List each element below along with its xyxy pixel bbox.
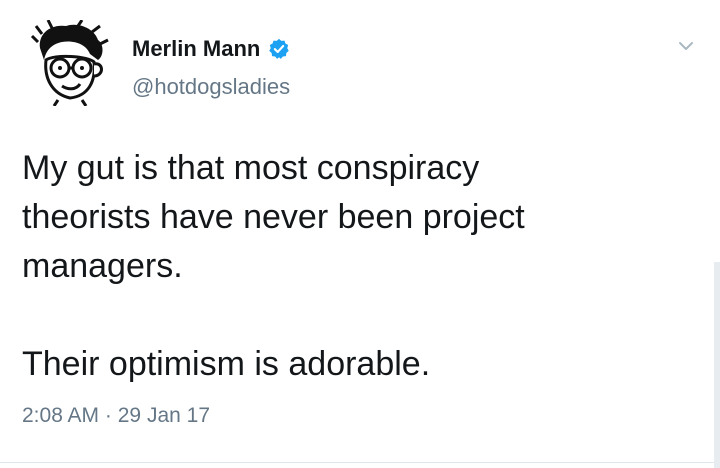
tweet-line: My gut is that most conspiracy: [22, 149, 480, 187]
tweet-card: Merlin Mann @hotdogsladies My gut is tha…: [0, 0, 720, 468]
tweet-date: 29 Jan 17: [117, 404, 210, 427]
divider: [0, 462, 720, 463]
display-name[interactable]: Merlin Mann: [132, 36, 260, 62]
chevron-down-icon[interactable]: [676, 36, 696, 56]
avatar[interactable]: [30, 20, 110, 106]
name-row: Merlin Mann: [132, 36, 290, 62]
user-handle[interactable]: @hotdogsladies: [132, 74, 290, 100]
tweet-text: My gut is that most conspiracy theorists…: [22, 144, 702, 389]
tweet-line: Their optimism is adorable.: [22, 345, 431, 383]
verified-badge-icon: [269, 38, 290, 59]
tweet-time: 2:08 AM: [22, 404, 100, 427]
adjacent-card-edge: [714, 262, 720, 468]
tweet-line: managers.: [22, 247, 183, 285]
tweet-line: theorists have never been project: [22, 198, 525, 236]
tweet-timestamp[interactable]: 2:08 AM · 29 Jan 17: [22, 404, 210, 428]
meta-separator: ·: [104, 404, 112, 427]
